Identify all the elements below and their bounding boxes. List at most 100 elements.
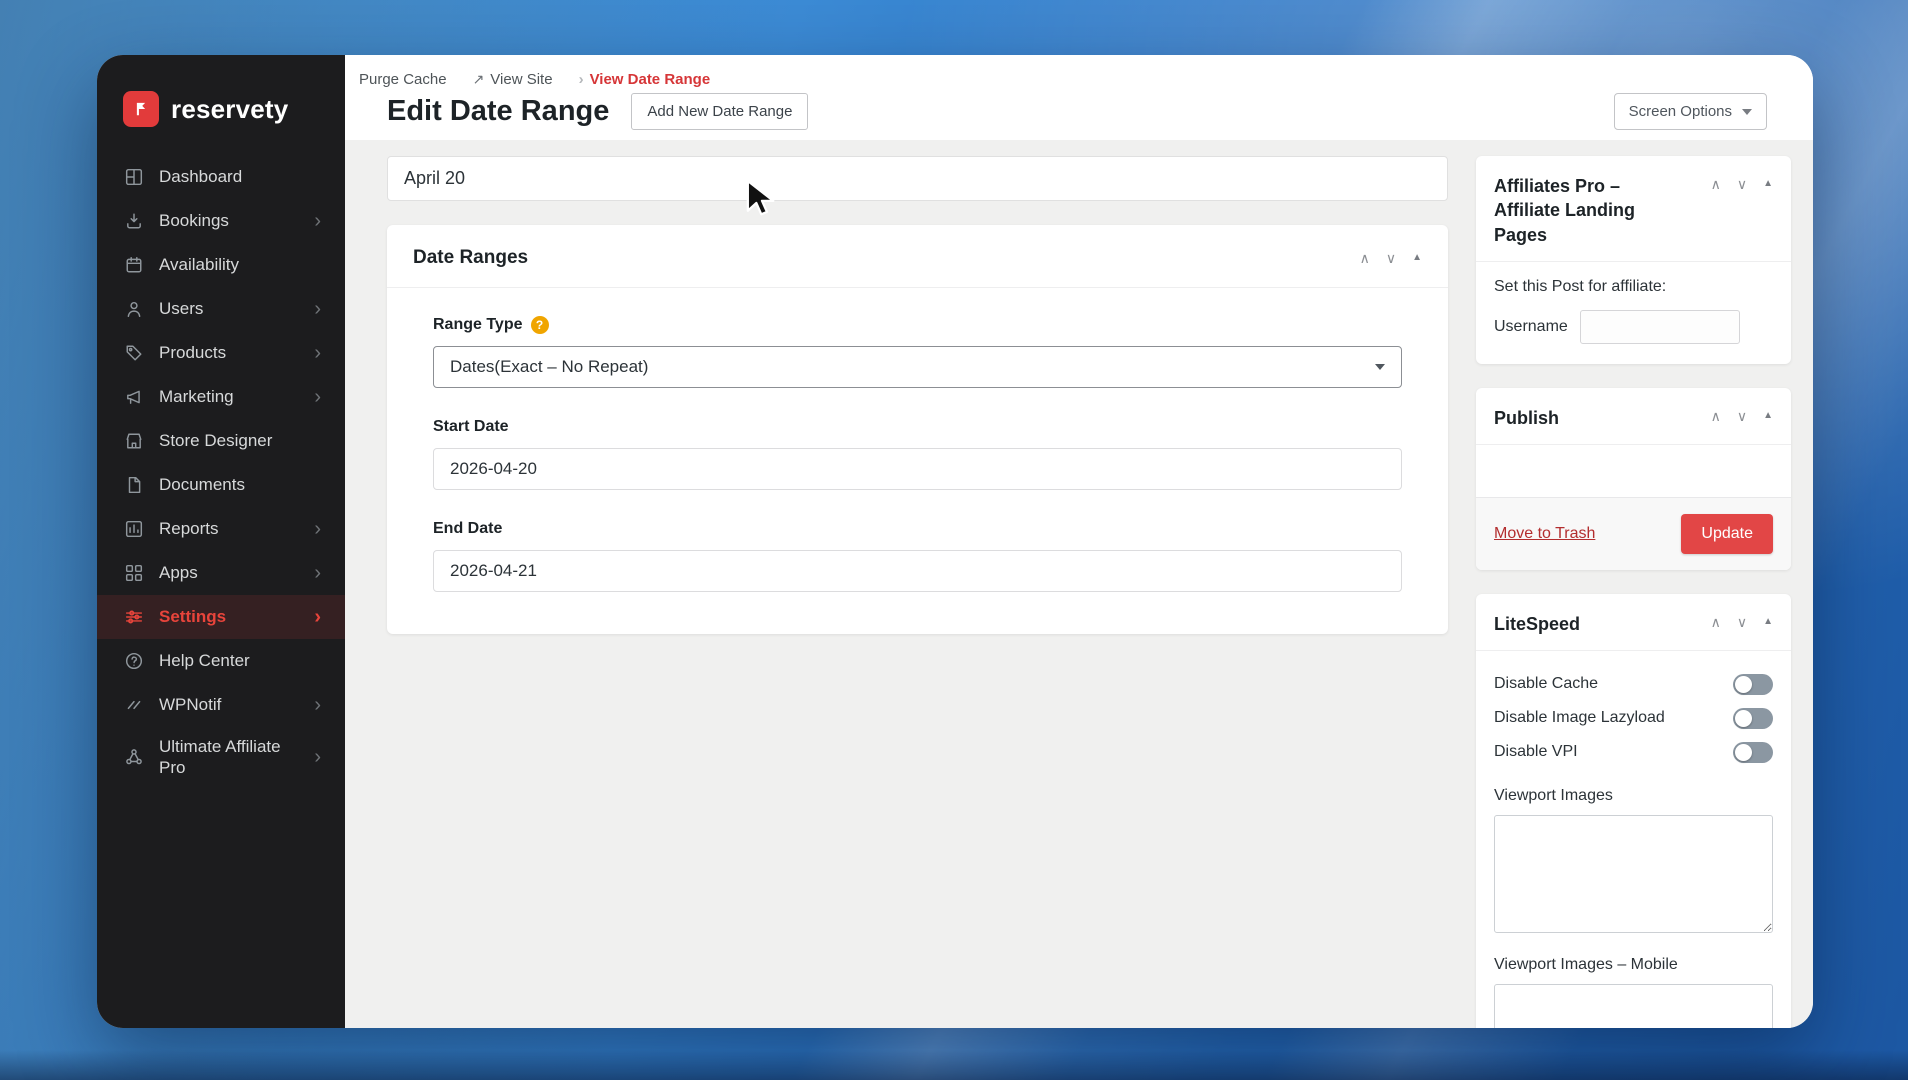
date-ranges-panel: Date Ranges Range Type bbox=[387, 225, 1448, 634]
chevron-right-icon bbox=[314, 747, 321, 767]
move-up-icon[interactable] bbox=[1711, 177, 1721, 191]
sidebar: reservety Dashboard Bookings Av bbox=[97, 55, 345, 1028]
screen-options-label: Screen Options bbox=[1628, 103, 1732, 120]
affiliates-pro-panel: Affiliates Pro – Affiliate Landing Pages… bbox=[1476, 156, 1791, 364]
sidebar-item-label: Documents bbox=[159, 475, 245, 495]
view-site-link[interactable]: View Site bbox=[473, 71, 552, 88]
sidebar-item-label: Store Designer bbox=[159, 431, 273, 451]
availability-icon bbox=[125, 256, 143, 274]
admin-topbar: Purge Cache View Site View Date Range Ed… bbox=[345, 55, 1813, 140]
content-area: Date Ranges Range Type bbox=[345, 140, 1813, 1028]
sidebar-item-dashboard[interactable]: Dashboard bbox=[97, 155, 345, 199]
username-input[interactable] bbox=[1579, 309, 1740, 344]
sidebar-item-availability[interactable]: Availability bbox=[97, 243, 345, 287]
chevron-right-icon bbox=[314, 343, 321, 363]
sidebar-item-label: Reports bbox=[159, 519, 219, 539]
publish-panel-footer: Move to Trash Update bbox=[1476, 497, 1791, 571]
screen-options-button[interactable]: Screen Options bbox=[1613, 93, 1767, 130]
help-circle-icon bbox=[125, 652, 143, 670]
store-designer-icon bbox=[125, 432, 143, 450]
add-new-date-range-button[interactable]: Add New Date Range bbox=[631, 93, 809, 130]
sidebar-item-label: Help Center bbox=[159, 651, 250, 671]
disable-vpi-toggle[interactable] bbox=[1733, 741, 1773, 763]
sidebar-item-bookings[interactable]: Bookings bbox=[97, 199, 345, 243]
purge-cache-link[interactable]: Purge Cache bbox=[359, 71, 447, 88]
panel-controls bbox=[1711, 615, 1773, 629]
move-up-icon[interactable] bbox=[1711, 615, 1721, 629]
start-date-label: Start Date bbox=[433, 418, 509, 435]
username-label: Username bbox=[1494, 317, 1568, 335]
view-date-range-link[interactable]: View Date Range bbox=[579, 71, 711, 88]
sidebar-item-label: Settings bbox=[159, 607, 227, 627]
litespeed-panel-header: LiteSpeed bbox=[1476, 594, 1791, 652]
affiliates-pro-panel-title: Affiliates Pro – Affiliate Landing Pages bbox=[1494, 176, 1635, 245]
sidebar-item-marketing[interactable]: Marketing bbox=[97, 375, 345, 419]
collapse-panel-icon[interactable] bbox=[1412, 253, 1422, 263]
select-caret-icon bbox=[1375, 364, 1385, 370]
start-date-input[interactable] bbox=[433, 448, 1402, 490]
sidebar-item-store-designer[interactable]: Store Designer bbox=[97, 419, 345, 463]
settings-icon bbox=[125, 608, 143, 626]
sidebar-item-label: Marketing bbox=[159, 387, 234, 407]
sidebar-item-apps[interactable]: Apps bbox=[97, 551, 345, 595]
sidebar-item-settings[interactable]: Settings bbox=[97, 595, 345, 639]
topbar-links: Purge Cache View Site View Date Range bbox=[359, 71, 1767, 88]
date-ranges-panel-body: Range Type Dates(Exact – No Repeat) Star… bbox=[387, 288, 1448, 634]
collapse-panel-icon[interactable] bbox=[1763, 179, 1773, 189]
end-date-input[interactable] bbox=[433, 550, 1402, 592]
sidebar-item-users[interactable]: Users bbox=[97, 287, 345, 331]
marketing-icon bbox=[125, 388, 143, 406]
disable-image-lazyload-label: Disable Image Lazyload bbox=[1494, 709, 1665, 727]
bookings-icon bbox=[125, 212, 143, 230]
start-date-field: Start Date bbox=[433, 418, 1402, 490]
chevron-right-icon bbox=[314, 607, 321, 627]
sidebar-item-products[interactable]: Products bbox=[97, 331, 345, 375]
range-type-label: Range Type bbox=[433, 316, 523, 333]
end-date-field: End Date bbox=[433, 520, 1402, 592]
viewport-images-mobile-textarea[interactable] bbox=[1494, 984, 1773, 1028]
disable-vpi-label: Disable VPI bbox=[1494, 743, 1578, 761]
move-up-icon[interactable] bbox=[1711, 409, 1721, 423]
sidebar-item-reports[interactable]: Reports bbox=[97, 507, 345, 551]
dashboard-icon bbox=[125, 168, 143, 186]
disable-cache-label: Disable Cache bbox=[1494, 675, 1599, 693]
collapse-panel-icon[interactable] bbox=[1763, 411, 1773, 421]
move-down-icon[interactable] bbox=[1737, 409, 1747, 423]
sidebar-item-label: Bookings bbox=[159, 211, 229, 231]
post-title-input[interactable] bbox=[387, 156, 1448, 201]
sidebar-item-documents[interactable]: Documents bbox=[97, 463, 345, 507]
date-ranges-panel-title: Date Ranges bbox=[413, 247, 529, 268]
range-type-select[interactable]: Dates(Exact – No Repeat) bbox=[433, 346, 1402, 388]
caret-down-icon bbox=[1742, 108, 1752, 115]
viewport-images-textarea[interactable] bbox=[1494, 815, 1773, 934]
sidebar-item-label: Ultimate Affiliate Pro bbox=[159, 737, 281, 778]
sidebar-item-help-center[interactable]: Help Center bbox=[97, 639, 345, 683]
panel-controls bbox=[1360, 251, 1422, 265]
toggle-knob bbox=[1735, 675, 1752, 693]
sidebar-item-ultimate-affiliate-pro[interactable]: Ultimate Affiliate Pro bbox=[97, 727, 345, 788]
disable-image-lazyload-row: Disable Image Lazyload bbox=[1494, 701, 1773, 735]
panel-controls bbox=[1711, 409, 1773, 423]
sidebar-item-wpnotif[interactable]: WPNotif bbox=[97, 683, 345, 727]
reservety-logo[interactable]: reservety bbox=[97, 55, 345, 143]
update-button[interactable]: Update bbox=[1681, 514, 1773, 555]
range-type-label-row: Range Type bbox=[433, 316, 1402, 334]
move-to-trash-link[interactable]: Move to Trash bbox=[1494, 525, 1595, 543]
move-down-icon[interactable] bbox=[1737, 615, 1747, 629]
apps-icon bbox=[125, 564, 143, 582]
page-title-row: Edit Date Range Add New Date Range Scree… bbox=[359, 93, 1767, 130]
disable-image-lazyload-toggle[interactable] bbox=[1733, 707, 1773, 729]
move-up-icon[interactable] bbox=[1360, 251, 1370, 265]
wpnotif-icon bbox=[125, 696, 143, 714]
purge-cache-label: Purge Cache bbox=[359, 71, 447, 88]
help-icon[interactable] bbox=[530, 316, 549, 334]
move-down-icon[interactable] bbox=[1386, 251, 1396, 265]
publish-panel-title: Publish bbox=[1494, 407, 1560, 428]
move-down-icon[interactable] bbox=[1737, 177, 1747, 191]
collapse-panel-icon[interactable] bbox=[1763, 617, 1773, 627]
users-icon bbox=[125, 300, 143, 318]
disable-cache-toggle[interactable] bbox=[1733, 673, 1773, 695]
page-title: Edit Date Range bbox=[387, 95, 610, 127]
chevron-separator-icon bbox=[579, 71, 584, 88]
reports-icon bbox=[125, 520, 143, 538]
